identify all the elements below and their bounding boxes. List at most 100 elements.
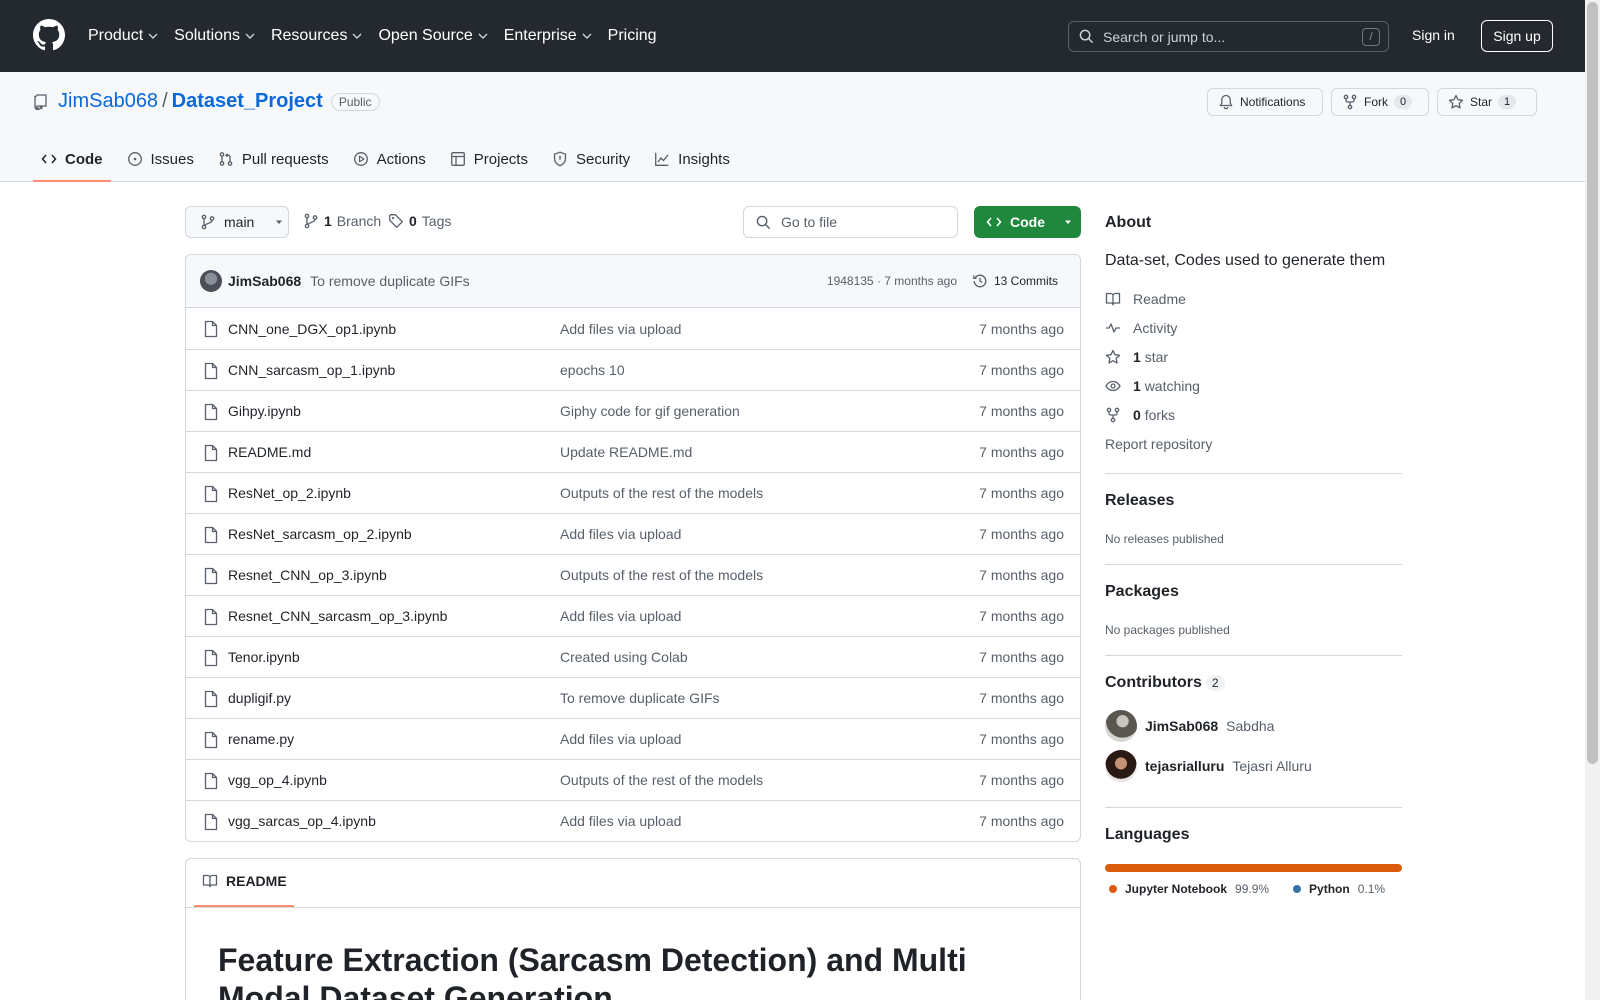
commit-message-link[interactable]: To remove duplicate GIFs	[310, 273, 470, 289]
file-name-link[interactable]: Resnet_CNN_op_3.ipynb	[228, 567, 387, 583]
file-toolbar: main 1 Branch 0 Tags Go to file Code	[185, 206, 1081, 238]
packages-title[interactable]: Packages	[1105, 583, 1179, 601]
play-icon	[353, 152, 368, 166]
file-row[interactable]: rename.py Add files via upload 7 months ag…	[186, 718, 1080, 759]
repo-owner-link[interactable]: JimSab068	[58, 90, 158, 113]
file-commit-time: 7 months ago	[979, 403, 1064, 419]
file-commit-message-link[interactable]: Update README.md	[560, 444, 692, 460]
scrollbar-thumb[interactable]	[1587, 2, 1598, 764]
file-name-link[interactable]: ResNet_op_2.ipynb	[228, 485, 351, 501]
file-commit-time: 7 months ago	[979, 649, 1064, 665]
tab-projects[interactable]: Projects	[442, 136, 536, 182]
file-name-link[interactable]: CNN_one_DGX_op1.ipynb	[228, 321, 396, 337]
contributor-item[interactable]: JimSab068 Sabdha	[1105, 710, 1274, 742]
report-repository-link[interactable]: Report repository	[1105, 436, 1212, 452]
file-commit-message-link[interactable]: Add files via upload	[560, 813, 681, 829]
contributor-name: Tejasri Alluru	[1232, 758, 1312, 774]
tab-security[interactable]: Security	[544, 136, 638, 182]
contributors-title[interactable]: Contributors 2	[1105, 674, 1225, 692]
file-name-link[interactable]: rename.py	[228, 731, 294, 747]
file-row[interactable]: README.md Update README.md 7 months ago	[186, 431, 1080, 472]
file-row[interactable]: ResNet_op_2.ipynb Outputs of the rest of …	[186, 472, 1080, 513]
file-row[interactable]: dupligif.py To remove duplicate GIFs 7 mon…	[186, 677, 1080, 718]
language-item[interactable]: Python 0.1%	[1293, 882, 1385, 896]
code-download-button[interactable]: Code	[974, 206, 1081, 238]
search-input[interactable]: Search or jump to... /	[1068, 21, 1389, 52]
nav-enterprise[interactable]: Enterprise	[504, 22, 592, 50]
language-item[interactable]: Jupyter Notebook 99.9%	[1109, 882, 1269, 896]
notifications-button[interactable]: Notifications	[1207, 88, 1323, 116]
file-commit-message-link[interactable]: Add files via upload	[560, 731, 681, 747]
github-logo-icon[interactable]	[33, 19, 65, 51]
file-name-link[interactable]: Resnet_CNN_sarcasm_op_3.ipynb	[228, 608, 447, 624]
file-row[interactable]: vgg_sarcas_op_4.ipynb Add files via uploa…	[186, 800, 1080, 841]
nav-solutions[interactable]: Solutions	[174, 22, 255, 50]
file-row[interactable]: CNN_one_DGX_op1.ipynb Add files via uploa…	[186, 308, 1080, 349]
file-row[interactable]: Resnet_CNN_op_3.ipynb Outputs of the rest…	[186, 554, 1080, 595]
branches-link[interactable]: 1 Branch	[303, 213, 381, 229]
readme-tab[interactable]: README	[202, 873, 287, 889]
file-commit-message-link[interactable]: Add files via upload	[560, 526, 681, 542]
file-name-link[interactable]: ResNet_sarcasm_op_2.ipynb	[228, 526, 412, 542]
file-commit-message-link[interactable]: Outputs of the rest of the models	[560, 567, 763, 583]
file-icon	[204, 526, 218, 544]
commits-link[interactable]: 13 Commits	[972, 273, 1058, 289]
tab-insights[interactable]: Insights	[646, 136, 738, 182]
sign-in-link[interactable]: Sign in	[1412, 27, 1455, 43]
file-commit-message-link[interactable]: Add files via upload	[560, 608, 681, 624]
file-icon	[204, 649, 218, 667]
file-row[interactable]: Resnet_CNN_sarcasm_op_3.ipynb Add files v…	[186, 595, 1080, 636]
file-row[interactable]: Tenor.ipynb Created using Colab 7 months a…	[186, 636, 1080, 677]
nav-pricing[interactable]: Pricing	[608, 22, 657, 50]
tab-issues[interactable]: Issues	[119, 136, 202, 182]
tab-actions[interactable]: Actions	[345, 136, 434, 182]
tab-pull-requests[interactable]: Pull requests	[210, 136, 337, 182]
readme-link[interactable]: Readme	[1105, 291, 1186, 307]
file-commit-message-link[interactable]: Add files via upload	[560, 321, 681, 337]
avatar[interactable]	[200, 270, 222, 292]
activity-link[interactable]: Activity	[1105, 320, 1177, 336]
scrollbar[interactable]	[1585, 0, 1600, 1000]
file-row[interactable]: vgg_op_4.ipynb Outputs of the rest of the…	[186, 759, 1080, 800]
file-name-link[interactable]: Gihpy.ipynb	[228, 403, 301, 419]
forks-link[interactable]: 0 forks	[1105, 407, 1175, 423]
watching-link[interactable]: 1 watching	[1105, 378, 1200, 394]
readme-heading: Feature Extraction (Sarcasm Detection) a…	[218, 942, 967, 1000]
file-commit-message-link[interactable]: Created using Colab	[560, 649, 688, 665]
nav-open-source[interactable]: Open Source	[378, 22, 488, 50]
file-name-link[interactable]: CNN_sarcasm_op_1.ipynb	[228, 362, 395, 378]
file-commit-time: 7 months ago	[979, 690, 1064, 706]
file-commit-message-link[interactable]: epochs 10	[560, 362, 625, 378]
file-commit-message-link[interactable]: Giphy code for gif generation	[560, 403, 740, 419]
branch-select-button[interactable]: main	[185, 206, 289, 238]
file-commit-message-link[interactable]: To remove duplicate GIFs	[560, 690, 720, 706]
file-name-link[interactable]: Tenor.ipynb	[228, 649, 300, 665]
file-row[interactable]: CNN_sarcasm_op_1.ipynb epochs 10 7 months …	[186, 349, 1080, 390]
file-name-link[interactable]: dupligif.py	[228, 690, 291, 706]
star-button[interactable]: Star 1	[1437, 88, 1537, 116]
file-row[interactable]: ResNet_sarcasm_op_2.ipynb Add files via u…	[186, 513, 1080, 554]
sign-up-button[interactable]: Sign up	[1481, 20, 1553, 52]
stars-link[interactable]: 1 star	[1105, 349, 1168, 365]
fork-button[interactable]: Fork 0	[1331, 88, 1429, 116]
contributor-item[interactable]: tejasrialluru Tejasri Alluru	[1105, 750, 1312, 782]
commit-author-link[interactable]: JimSab068	[228, 273, 301, 289]
nav-product[interactable]: Product	[88, 22, 158, 50]
nav-resources[interactable]: Resources	[271, 22, 362, 50]
forks-label: forks	[1144, 407, 1176, 423]
file-name-link[interactable]: vgg_sarcas_op_4.ipynb	[228, 813, 376, 829]
file-row[interactable]: Gihpy.ipynb Giphy code for gif generation…	[186, 390, 1080, 431]
file-commit-message-link[interactable]: Outputs of the rest of the models	[560, 772, 763, 788]
contributor-login: tejasrialluru	[1145, 758, 1225, 774]
shield-icon	[553, 151, 567, 167]
file-commit-message-link[interactable]: Outputs of the rest of the models	[560, 485, 763, 501]
releases-title[interactable]: Releases	[1105, 492, 1174, 510]
repo-name-link[interactable]: Dataset_Project	[172, 90, 323, 113]
tag-icon	[389, 214, 403, 228]
file-name-link[interactable]: vgg_op_4.ipynb	[228, 772, 327, 788]
tab-code[interactable]: Code	[33, 136, 111, 182]
go-to-file-input[interactable]: Go to file	[743, 206, 958, 238]
commit-hash-time[interactable]: 1948135 · 7 months ago	[827, 274, 957, 288]
file-name-link[interactable]: README.md	[228, 444, 311, 460]
tags-link[interactable]: 0 Tags	[388, 213, 451, 229]
